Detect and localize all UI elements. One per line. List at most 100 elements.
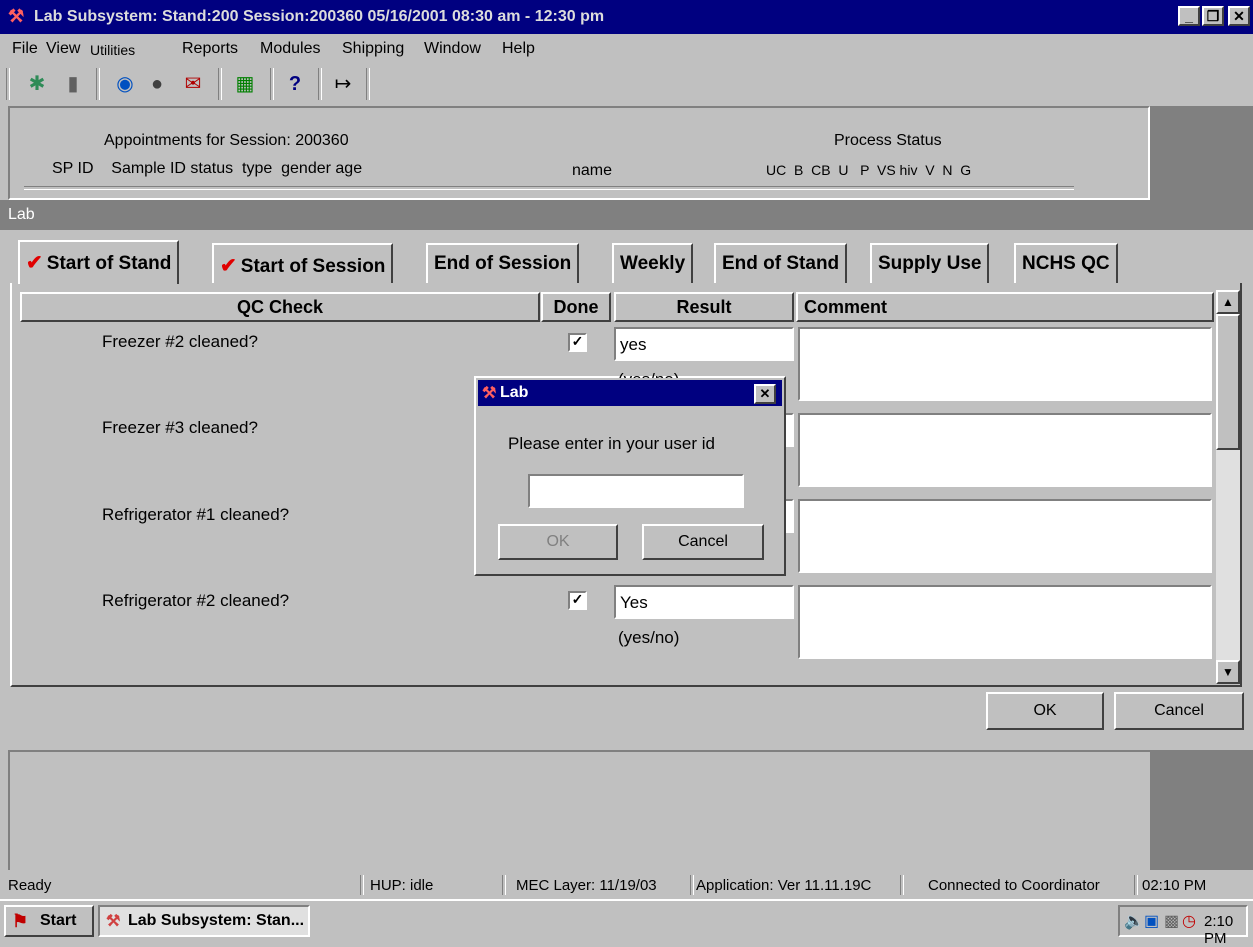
status-application: Application: Ver 11.11.19C: [696, 877, 872, 894]
window-title-bar[interactable]: ⚒ Lab Subsystem: Stand:200 Session:20036…: [0, 0, 1253, 34]
app-icon: ⚒: [8, 6, 25, 26]
status-divider: [360, 875, 364, 895]
toolbar-separator: [270, 68, 274, 100]
result-input[interactable]: Yes: [614, 585, 794, 619]
check-icon: ✔: [220, 255, 237, 277]
menu-file[interactable]: File: [12, 40, 38, 58]
status-time: 02:10 PM: [1142, 877, 1207, 894]
qc-question: Freezer #2 cleaned?: [102, 332, 258, 351]
result-input[interactable]: yes: [614, 327, 794, 361]
user-id-input[interactable]: [528, 474, 744, 508]
taskbar: ⚑ Start ⚒ Lab Subsystem: Stan... 🔈 ▣ ▩ ◷…: [0, 899, 1253, 947]
qc-question: Refrigerator #1 cleaned?: [102, 505, 290, 524]
status-divider: [690, 875, 694, 895]
taskbar-app-button[interactable]: ⚒ Lab Subsystem: Stan...: [98, 905, 310, 937]
comment-input[interactable]: [798, 327, 1212, 401]
done-checkbox[interactable]: ✓: [568, 591, 587, 610]
tab-label: End of Session: [434, 253, 572, 274]
menu-reports[interactable]: Reports: [182, 40, 238, 58]
tab-label: Start of Session: [240, 256, 386, 277]
tab-nchs-qc[interactable]: NCHS QC: [1014, 243, 1118, 283]
calculator-icon[interactable]: ▦: [230, 69, 260, 99]
menu-shipping[interactable]: Shipping: [342, 40, 404, 58]
tab-end-of-session[interactable]: End of Session: [426, 243, 580, 283]
envelope-icon[interactable]: ✉: [178, 69, 208, 99]
column-done[interactable]: Done: [541, 292, 611, 322]
status-mec-layer: MEC Layer: 11/19/03: [516, 877, 657, 894]
print-icon[interactable]: ●: [142, 69, 172, 99]
menu-utilities[interactable]: Utilities: [90, 42, 135, 58]
scroll-up-arrow-icon[interactable]: ▲: [1216, 290, 1240, 314]
dialog-cancel-button[interactable]: Cancel: [642, 524, 764, 560]
menu-view[interactable]: View: [46, 40, 80, 58]
tab-end-of-stand[interactable]: End of Stand: [714, 243, 848, 283]
toolbar-separator: [96, 68, 100, 100]
vertical-scrollbar[interactable]: ▲ ▼: [1216, 290, 1240, 684]
minimize-button[interactable]: _: [1178, 6, 1200, 26]
menu-modules[interactable]: Modules: [260, 40, 320, 58]
volume-icon[interactable]: 🔈: [1124, 911, 1144, 931]
dialog-title: Lab: [500, 384, 529, 401]
tab-start-of-stand[interactable]: ✔ Start of Stand: [18, 240, 180, 284]
status-divider: [502, 875, 506, 895]
done-checkbox[interactable]: ✓: [568, 333, 587, 352]
toolbar-separator: [366, 68, 370, 100]
cancel-button[interactable]: Cancel: [1114, 692, 1244, 730]
tab-start-of-session[interactable]: ✔ Start of Session: [212, 243, 394, 283]
comment-input[interactable]: [798, 499, 1212, 573]
start-button[interactable]: ⚑ Start: [4, 905, 94, 937]
scroll-thumb[interactable]: [1216, 314, 1240, 450]
clock-icon[interactable]: ◷: [1182, 911, 1196, 931]
qc-question: Freezer #3 cleaned?: [102, 418, 258, 437]
qc-question: Refrigerator #2 cleaned?: [102, 591, 290, 610]
status-connection: Connected to Coordinator: [928, 877, 1100, 894]
printer-icon[interactable]: ▩: [1164, 911, 1179, 931]
status-divider: [1134, 875, 1138, 895]
appointments-columns: SP ID Sample ID status type gender age: [52, 160, 363, 177]
status-divider: [900, 875, 904, 895]
menu-window[interactable]: Window: [424, 40, 481, 58]
help-icon[interactable]: ?: [280, 69, 310, 99]
tab-label: Supply Use: [878, 253, 982, 274]
app-icon: ⚒: [482, 385, 497, 402]
column-result[interactable]: Result: [614, 292, 794, 322]
dialog-title-bar[interactable]: ⚒ Lab ✕: [478, 380, 782, 406]
windows-logo-icon: ⚑: [12, 911, 29, 931]
network-icon[interactable]: ▣: [1144, 911, 1159, 931]
comment-input[interactable]: [798, 413, 1212, 487]
close-button[interactable]: ✕: [1228, 6, 1250, 26]
column-comment[interactable]: Comment: [796, 292, 1214, 322]
dialog-prompt: Please enter in your user id: [508, 434, 715, 453]
appointments-panel: Appointments for Session: 200360 SP ID S…: [8, 106, 1150, 200]
check-icon: ✔: [26, 252, 43, 274]
lab-section-bar: Lab: [0, 200, 1253, 230]
open-icon[interactable]: ▮: [58, 69, 88, 99]
dialog-close-button[interactable]: ✕: [754, 384, 776, 404]
tab-supply-use[interactable]: Supply Use: [870, 243, 990, 283]
app-icon: ⚒: [106, 913, 121, 930]
tab-label: End of Stand: [722, 253, 840, 274]
comment-input[interactable]: [798, 585, 1212, 659]
toolbar-separator: [318, 68, 322, 100]
lower-panel: [8, 750, 1150, 870]
tab-weekly[interactable]: Weekly: [612, 243, 694, 283]
window-title: Lab Subsystem: Stand:200 Session:200360 …: [34, 8, 605, 25]
process-status-title: Process Status: [834, 132, 942, 149]
lower-side-panel: [1150, 750, 1253, 870]
toolbar: ✱ ▮ ◉ ● ✉ ▦ ? ↦: [0, 66, 1253, 102]
scroll-down-arrow-icon[interactable]: ▼: [1216, 660, 1240, 684]
dialog-ok-button[interactable]: OK: [498, 524, 618, 560]
ok-button[interactable]: OK: [986, 692, 1104, 730]
maximize-button[interactable]: ❐: [1202, 6, 1224, 26]
binoculars-icon[interactable]: ◉: [110, 69, 140, 99]
tab-label: NCHS QC: [1022, 253, 1110, 274]
menu-help[interactable]: Help: [502, 40, 535, 58]
new-icon[interactable]: ✱: [22, 69, 52, 99]
exit-icon[interactable]: ↦: [328, 69, 358, 99]
user-id-dialog: ⚒ Lab ✕ Please enter in your user id OK …: [474, 376, 786, 576]
result-hint: (yes/no): [618, 628, 680, 647]
status-hup: HUP: idle: [370, 877, 434, 894]
status-ready: Ready: [8, 877, 52, 894]
appointments-name-column: name: [572, 162, 613, 179]
column-qc-check[interactable]: QC Check: [20, 292, 540, 322]
